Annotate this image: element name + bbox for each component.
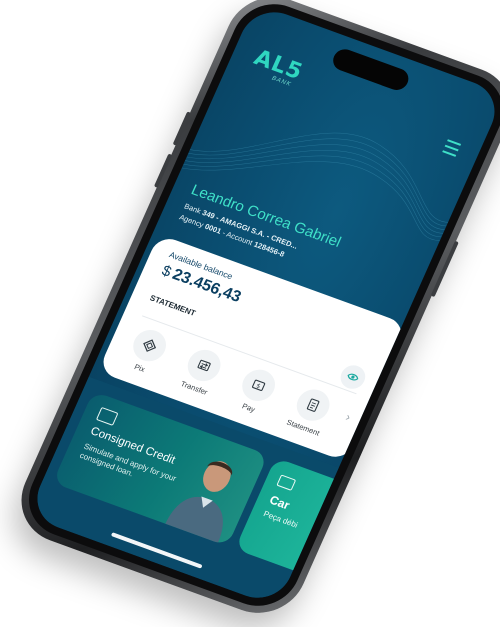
- dynamic-island: [329, 46, 412, 94]
- card-promo-text: Peça débi: [262, 509, 300, 530]
- pix-icon: [128, 325, 172, 366]
- app-screen: AL5 BANK Leandro Correa Gabriel Bank 349…: [26, 3, 500, 607]
- action-pix[interactable]: Pix: [116, 323, 178, 380]
- svg-text:$: $: [255, 382, 262, 390]
- card-promo-title: Car: [267, 492, 292, 513]
- smartphone-frame: AL5 BANK Leandro Correa Gabriel Bank 349…: [6, 0, 500, 626]
- chevron-right-icon[interactable]: ›: [344, 410, 353, 424]
- agency-value: 0001: [203, 221, 223, 236]
- pay-icon: $: [237, 365, 281, 406]
- consigned-credit-icon: [95, 406, 119, 426]
- statement-icon: [291, 385, 335, 426]
- card-icon: [276, 474, 297, 491]
- product-stage: AL5 BANK Leandro Correa Gabriel Bank 349…: [0, 0, 500, 626]
- statement-label[interactable]: STATEMENT: [148, 293, 196, 318]
- eye-icon: [347, 373, 359, 381]
- action-transfer[interactable]: Transfer: [171, 343, 233, 400]
- phone-bezel: AL5 BANK Leandro Correa Gabriel Bank 349…: [16, 0, 500, 617]
- transfer-icon: [182, 345, 226, 386]
- action-statement[interactable]: Statement: [280, 383, 342, 440]
- action-pay[interactable]: $ Pay: [225, 363, 287, 420]
